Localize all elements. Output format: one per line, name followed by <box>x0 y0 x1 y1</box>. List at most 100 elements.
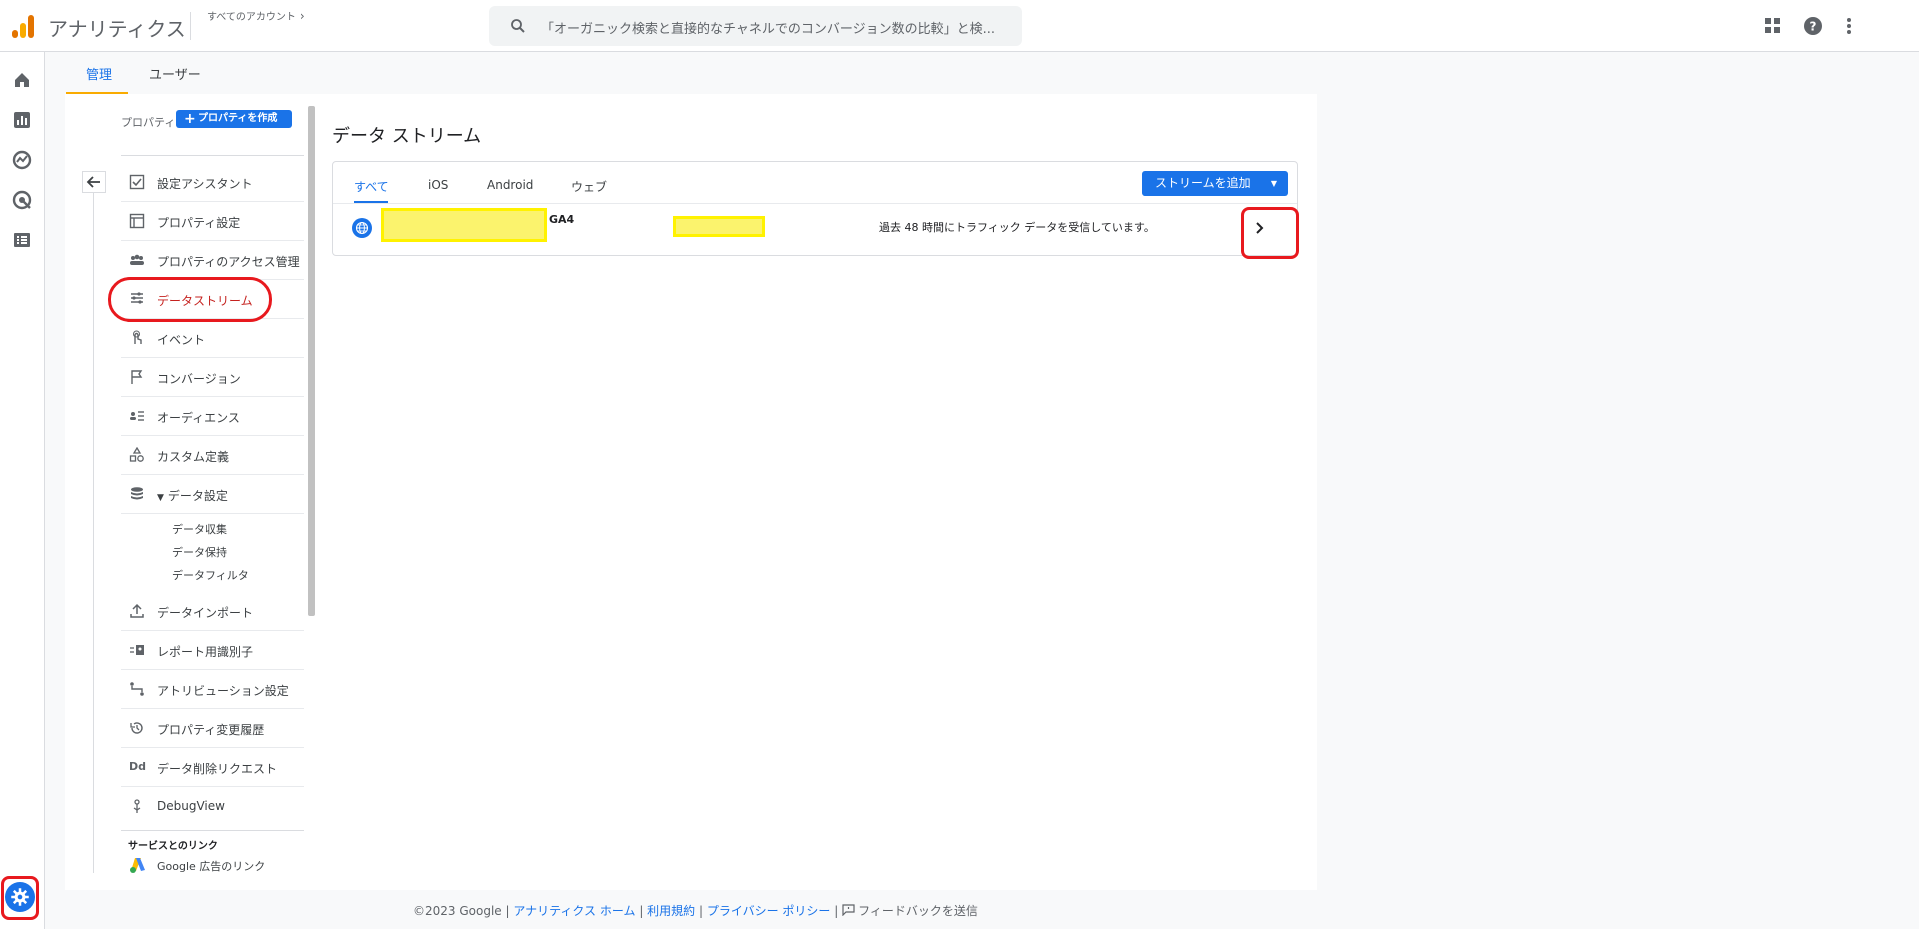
property-column-label: プロパティ <box>121 116 176 129</box>
nav-tree-line <box>93 193 94 873</box>
attribution-icon <box>130 682 144 696</box>
google-ads-icon <box>130 858 145 873</box>
add-stream-button[interactable]: ストリームを追加 ▼ <box>1142 171 1288 196</box>
home-icon[interactable] <box>11 69 33 91</box>
search-input[interactable]: 「オーガニック検索と直接的なチャネルでのコンバージョン数の比較」と検... <box>489 6 1022 46</box>
stream-name-suffix: GA4 <box>549 213 575 226</box>
nav-item-events[interactable]: イベント <box>121 319 304 358</box>
history-icon <box>130 722 143 734</box>
tab-android[interactable]: Android <box>487 178 533 192</box>
stream-status-text: 過去 48 時間にトラフィック データを受信しています。 <box>879 221 1155 234</box>
database-icon <box>131 487 143 500</box>
nav-item-label: オーディエンス <box>157 411 240 425</box>
annotation-highlight-data-streams <box>108 277 272 322</box>
left-nav-rail <box>0 52 45 929</box>
redacted-stream-name <box>381 208 547 242</box>
explore-icon[interactable] <box>11 149 33 171</box>
feedback-label: フィードバックを送信 <box>858 904 978 918</box>
help-circle-icon[interactable]: ? <box>1802 15 1824 37</box>
advertising-icon[interactable] <box>11 189 33 211</box>
nav-item-label-with-caret: ▼ データ設定 <box>157 487 228 504</box>
links-section-header: サービスとのリンク <box>128 841 218 852</box>
footer-link-analytics-home[interactable]: アナリティクス ホーム <box>513 904 635 918</box>
nav-item-label: プロパティ変更履歴 <box>157 723 265 737</box>
nav-item-label: プロパティ設定 <box>157 216 241 230</box>
nav-item-label: データ削除リクエスト <box>157 762 278 776</box>
add-stream-label: ストリームを追加 <box>1155 176 1251 190</box>
nav-scrollbar[interactable] <box>308 106 315 616</box>
nav-item-label: DebugView <box>157 799 225 813</box>
nav-item-label: レポート用識別子 <box>157 645 254 659</box>
nav-item-change-history[interactable]: プロパティ変更履歴 <box>121 709 304 748</box>
tab-web[interactable]: ウェブ <box>571 178 607 195</box>
nav-subitem-data-collection[interactable]: データ収集 <box>172 521 227 537</box>
footer: ©2023 Google | アナリティクス ホーム | 利用規約 | プライバ… <box>413 902 978 919</box>
svg-text:?: ? <box>1810 20 1817 34</box>
nav-item-label: アトリビューション設定 <box>157 684 289 698</box>
tab-user[interactable]: ユーザー <box>149 64 201 83</box>
caret-down-icon: ▼ <box>1270 179 1277 188</box>
nav-item-data-settings[interactable]: ▼ データ設定 <box>121 475 304 514</box>
tab-admin[interactable]: 管理 <box>86 64 112 83</box>
footer-link-privacy[interactable]: プライバシー ポリシー <box>707 904 831 918</box>
account-breadcrumb-label: すべてのアカウント <box>207 12 296 23</box>
nav-item-debugview[interactable]: DebugView <box>121 787 304 826</box>
nav-item-label: Google 広告のリンク <box>157 860 266 873</box>
nav-item-conversions[interactable]: コンバージョン <box>121 358 304 397</box>
account-breadcrumb[interactable]: すべてのアカウント › <box>207 8 305 23</box>
nav-item-data-deletion[interactable]: Dd データ削除リクエスト <box>121 748 304 787</box>
reports-icon[interactable] <box>11 109 33 131</box>
nav-item-access-management[interactable]: プロパティのアクセス管理 <box>121 241 304 280</box>
dd-icon: Dd <box>129 760 147 773</box>
nav-item-label: イベント <box>157 333 206 347</box>
configure-icon[interactable] <box>11 229 33 251</box>
nav-item-attribution-settings[interactable]: アトリビューション設定 <box>121 670 304 709</box>
nav-item-reporting-identity[interactable]: レポート用識別子 <box>121 631 304 670</box>
page-title: データ ストリーム <box>332 126 482 147</box>
nav-divider <box>121 830 304 831</box>
footer-separator: | <box>830 904 843 918</box>
chevron-right-icon: › <box>299 9 305 23</box>
shapes-icon <box>129 447 144 462</box>
nav-item-label: データインポート <box>157 606 254 620</box>
app-title[interactable]: アナリティクス <box>48 13 186 42</box>
nav-divider <box>121 155 304 156</box>
topbar-divider <box>190 12 191 40</box>
property-nav: プロパティ + プロパティを作成 設定アシスタント プロパティ設定 プロパティの… <box>65 94 320 890</box>
upload-icon <box>130 603 144 618</box>
apps-grid-icon[interactable] <box>1762 15 1784 37</box>
nav-item-label: プロパティのアクセス管理 <box>157 255 300 269</box>
nav-item-google-ads-links[interactable]: Google 広告のリンク <box>121 854 304 878</box>
search-placeholder: 「オーガニック検索と直接的なチャネルでのコンバージョン数の比較」と検... <box>541 22 996 37</box>
nav-subitem-data-retention[interactable]: データ保持 <box>172 544 227 560</box>
arrow-back-icon <box>86 176 100 188</box>
identity-icon <box>130 645 144 655</box>
more-vert-icon[interactable] <box>1838 15 1860 37</box>
annotation-highlight-stream-chevron <box>1241 207 1299 259</box>
nav-item-data-import[interactable]: データインポート <box>121 592 304 631</box>
nav-item-property-settings[interactable]: プロパティ設定 <box>121 202 304 241</box>
feedback-link[interactable]: フィードバックを送信 <box>842 904 978 918</box>
touch-icon <box>133 330 142 344</box>
create-property-button[interactable]: + プロパティを作成 <box>176 110 292 128</box>
top-app-bar: アナリティクス すべてのアカウント › 「オーガニック検索と直接的なチャネルでのコ… <box>0 0 1919 52</box>
caret-down-icon: ▼ <box>157 493 164 503</box>
analytics-logo-icon[interactable] <box>12 14 36 38</box>
footer-link-terms[interactable]: 利用規約 <box>647 904 695 918</box>
web-globe-icon <box>352 218 372 238</box>
nav-item-setup-assistant[interactable]: 設定アシスタント <box>121 163 304 202</box>
tab-ios[interactable]: iOS <box>428 178 448 192</box>
data-streams-card: すべて iOS Android ウェブ ストリームを追加 ▼ GA4 過去 48… <box>332 161 1298 256</box>
nav-item-custom-definitions[interactable]: カスタム定義 <box>121 436 304 475</box>
annotation-highlight-admin <box>1 876 39 920</box>
flag-icon <box>131 370 143 384</box>
nav-subitem-data-filters[interactable]: データフィルタ <box>172 567 249 583</box>
footer-separator: | <box>635 904 648 918</box>
back-button[interactable] <box>82 171 106 193</box>
footer-copyright: ©2023 Google | <box>413 904 510 918</box>
redacted-stream-id <box>673 216 765 237</box>
stream-row[interactable]: GA4 過去 48 時間にトラフィック データを受信しています。 <box>333 204 1297 254</box>
tab-all[interactable]: すべて <box>354 178 389 195</box>
admin-panel: プロパティ + プロパティを作成 設定アシスタント プロパティ設定 プロパティの… <box>65 94 1317 890</box>
nav-item-audiences[interactable]: オーディエンス <box>121 397 304 436</box>
